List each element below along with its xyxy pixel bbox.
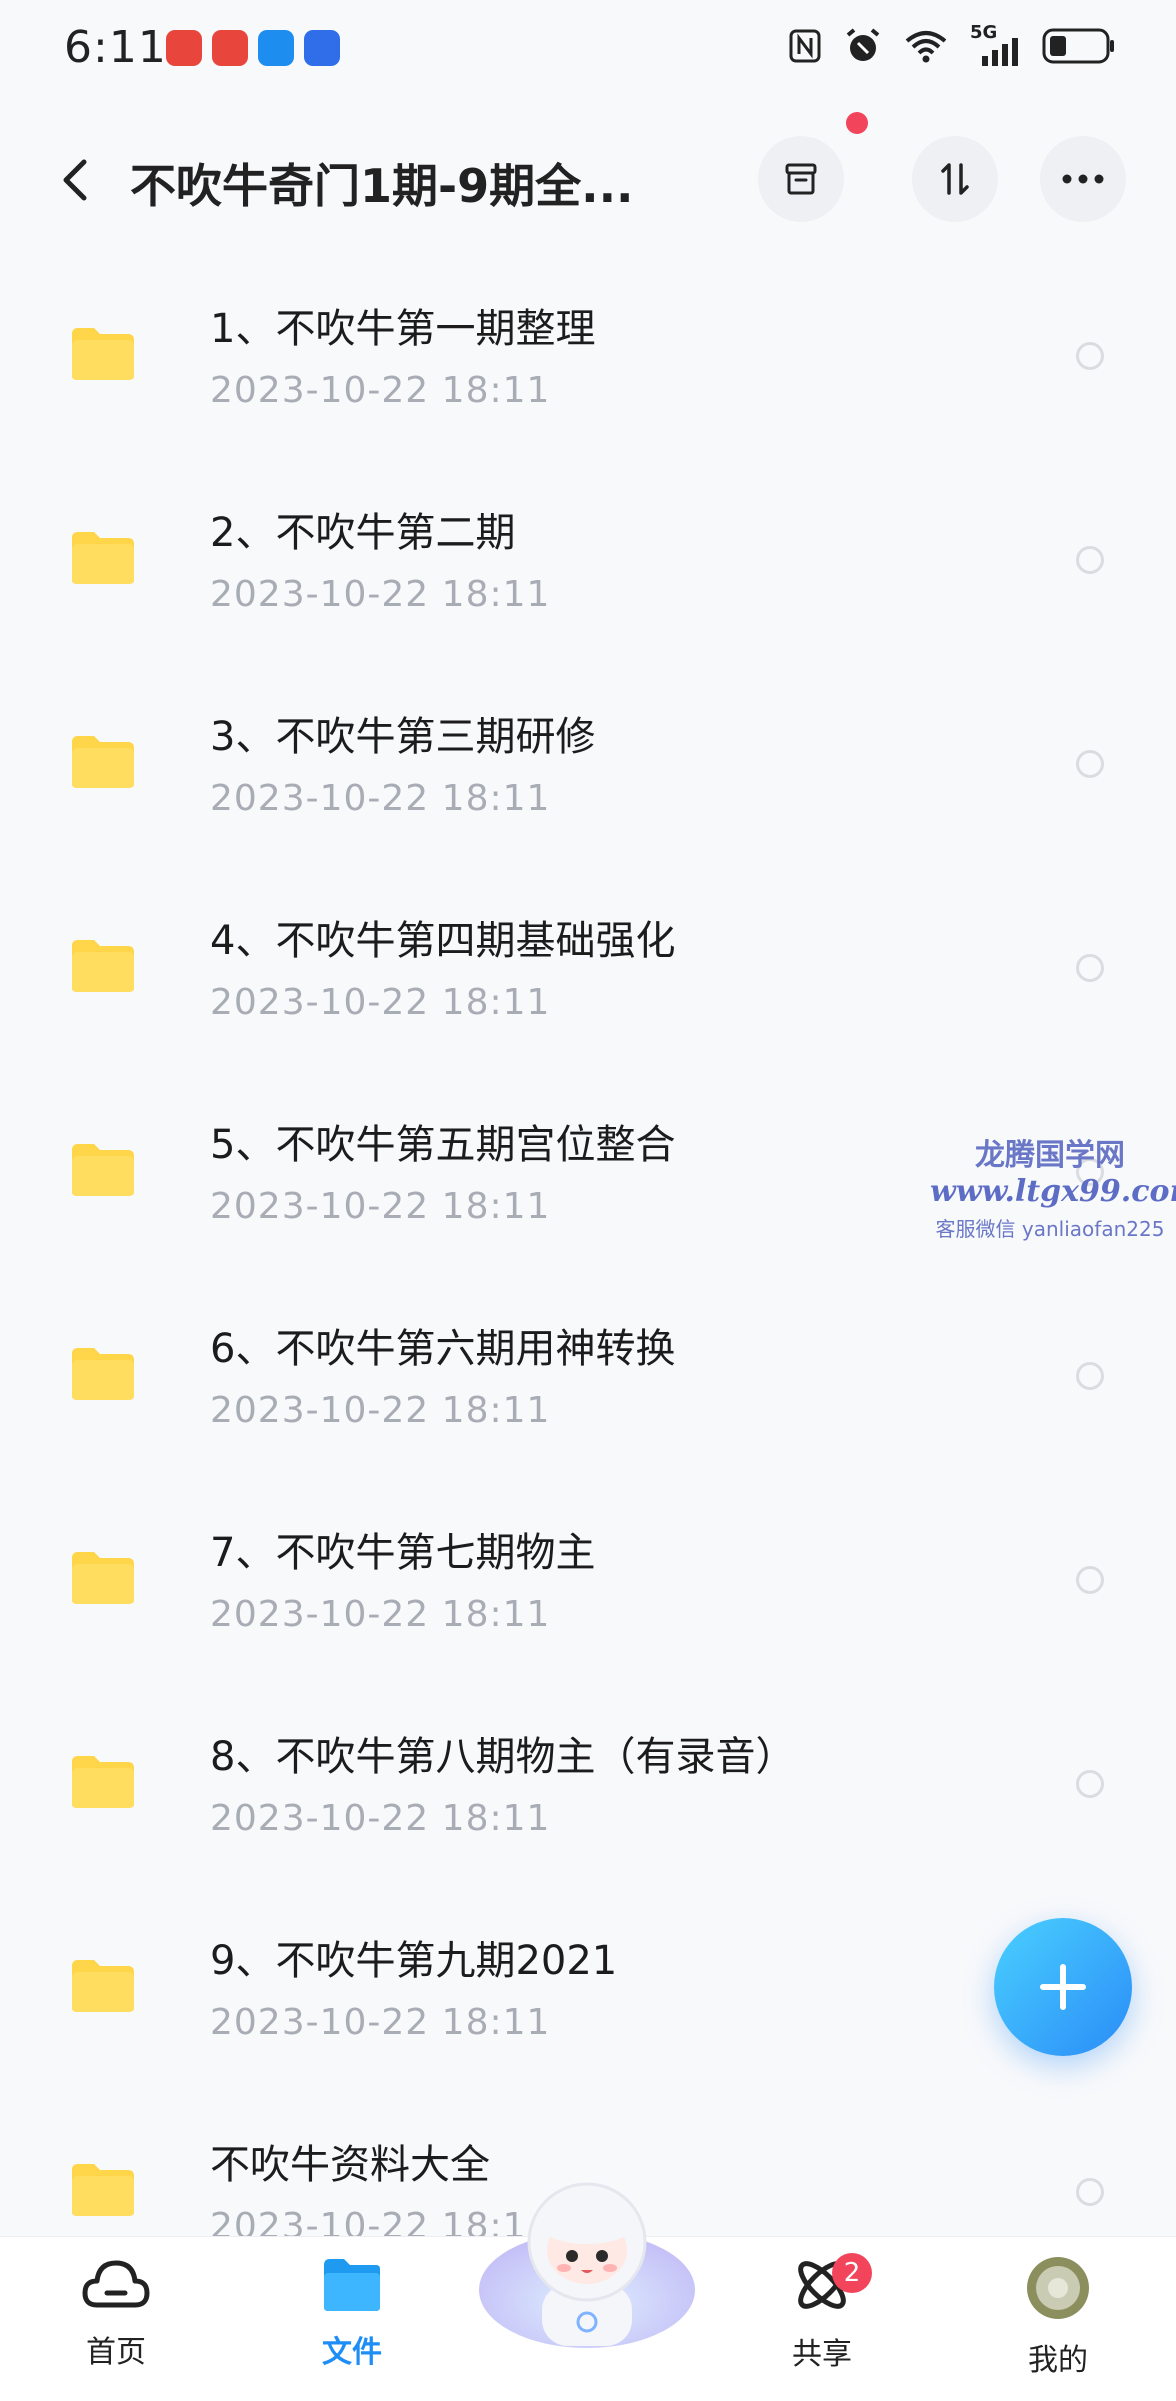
file-row[interactable]: 4、不吹牛第四期基础强化 2023-10-22 18:11	[0, 868, 1176, 1072]
file-date: 2023-10-22 18:11	[210, 1594, 551, 1635]
tab-home[interactable]: 首页	[36, 2255, 196, 2371]
file-name: 8、不吹牛第八期物主（有录音）	[210, 1734, 796, 1780]
notification-dot	[846, 112, 868, 134]
file-name: 2、不吹牛第二期	[210, 510, 516, 556]
folder-icon	[72, 1756, 134, 1808]
header-bar: 不吹牛奇门1期-9期全...	[0, 120, 1176, 240]
tab-label: 首页	[86, 2335, 146, 2370]
add-button[interactable]	[994, 1918, 1132, 2056]
tab-label: 文件	[322, 2335, 382, 2370]
select-radio[interactable]	[1076, 750, 1104, 778]
folder-icon	[72, 736, 134, 788]
file-row[interactable]: 8、不吹牛第八期物主（有录音） 2023-10-22 18:11	[0, 1684, 1176, 1888]
folder-icon	[72, 2164, 134, 2216]
file-name: 3、不吹牛第三期研修	[210, 714, 596, 760]
tab-label: 我的	[1028, 2343, 1088, 2378]
back-button[interactable]	[48, 150, 108, 210]
more-icon	[1062, 174, 1104, 184]
file-name: 1、不吹牛第一期整理	[210, 306, 596, 352]
file-name: 4、不吹牛第四期基础强化	[210, 918, 676, 964]
file-row[interactable]: 3、不吹牛第三期研修 2023-10-22 18:11	[0, 664, 1176, 868]
avatar	[1027, 2257, 1089, 2319]
select-radio[interactable]	[1076, 546, 1104, 574]
file-date: 2023-10-22 18:11	[210, 370, 551, 411]
notification-app-icon	[258, 30, 294, 66]
tab-label: 共享	[792, 2337, 852, 2372]
more-button[interactable]	[1040, 136, 1126, 222]
watermark-url: www.ltgx99.com	[930, 1174, 1176, 1209]
mascot-button[interactable]	[474, 2172, 700, 2352]
file-date: 2023-10-22 18:11	[210, 1186, 551, 1227]
select-radio[interactable]	[1076, 2178, 1104, 2206]
sort-button[interactable]	[912, 136, 998, 222]
page-title: 不吹牛奇门1期-9期全...	[130, 159, 634, 213]
watermark: 龙腾国学网 www.ltgx99.com 客服微信 yanliaofan225	[930, 1130, 1176, 1242]
sort-icon	[941, 163, 969, 195]
file-date: 2023-10-22 18:11	[210, 2002, 551, 2043]
file-name: 5、不吹牛第五期宫位整合	[210, 1122, 676, 1168]
system-icons: 5G	[788, 22, 1116, 66]
file-name: 9、不吹牛第九期2021	[210, 1938, 618, 1984]
archive-button[interactable]	[758, 136, 844, 222]
file-date: 2023-10-22 18:11	[210, 574, 551, 615]
notification-app-icon	[304, 30, 340, 66]
select-radio[interactable]	[1076, 1362, 1104, 1390]
watermark-contact: 客服微信 yanliaofan225	[935, 1217, 1165, 1241]
folder-icon	[324, 2259, 380, 2311]
folder-icon	[72, 1144, 134, 1196]
select-radio[interactable]	[1076, 342, 1104, 370]
signal-icon: 5G	[970, 22, 1020, 66]
folder-icon	[72, 1960, 134, 2012]
watermark-title: 龙腾国学网	[975, 1138, 1125, 1173]
notification-badge: 2	[832, 2253, 872, 2293]
file-name: 6、不吹牛第六期用神转换	[210, 1326, 676, 1372]
plus-icon	[1040, 1964, 1086, 2010]
astronaut-mascot-icon	[479, 2182, 695, 2348]
status-bar: 6:11 5G	[0, 0, 1176, 100]
battery-icon	[1042, 28, 1114, 64]
wifi-icon	[905, 31, 947, 63]
select-radio[interactable]	[1076, 954, 1104, 982]
alarm-icon	[846, 28, 880, 61]
file-row[interactable]: 6、不吹牛第六期用神转换 2023-10-22 18:11	[0, 1276, 1176, 1480]
file-date: 2023-10-22 18:11	[210, 1390, 551, 1431]
file-row[interactable]: 2、不吹牛第二期 2023-10-22 18:11	[0, 460, 1176, 664]
file-row[interactable]: 1、不吹牛第一期整理 2023-10-22 18:11	[0, 256, 1176, 460]
archive-icon	[785, 163, 817, 195]
file-name: 7、不吹牛第七期物主	[210, 1530, 596, 1576]
folder-icon	[72, 328, 134, 380]
folder-icon	[72, 1348, 134, 1400]
cloud-icon	[82, 2260, 150, 2308]
file-date: 2023-10-22 18:11	[210, 778, 551, 819]
nfc-icon	[789, 29, 821, 63]
select-radio[interactable]	[1076, 1770, 1104, 1798]
tab-files[interactable]: 文件	[272, 2255, 432, 2371]
file-name: 不吹牛资料大全	[210, 2142, 490, 2188]
folder-icon	[72, 1552, 134, 1604]
notification-app-icon	[212, 30, 248, 66]
tab-share[interactable]: 2 共享	[742, 2253, 902, 2373]
folder-icon	[72, 940, 134, 992]
select-radio[interactable]	[1076, 1566, 1104, 1594]
file-row[interactable]: 7、不吹牛第七期物主 2023-10-22 18:11	[0, 1480, 1176, 1684]
status-time: 6:11	[64, 22, 167, 73]
folder-icon	[72, 532, 134, 584]
file-date: 2023-10-22 18:11	[210, 1798, 551, 1839]
tab-me[interactable]: 我的	[978, 2255, 1138, 2379]
chevron-left-icon	[63, 159, 87, 201]
file-date: 2023-10-22 18:11	[210, 982, 551, 1023]
notification-app-icon	[166, 30, 202, 66]
